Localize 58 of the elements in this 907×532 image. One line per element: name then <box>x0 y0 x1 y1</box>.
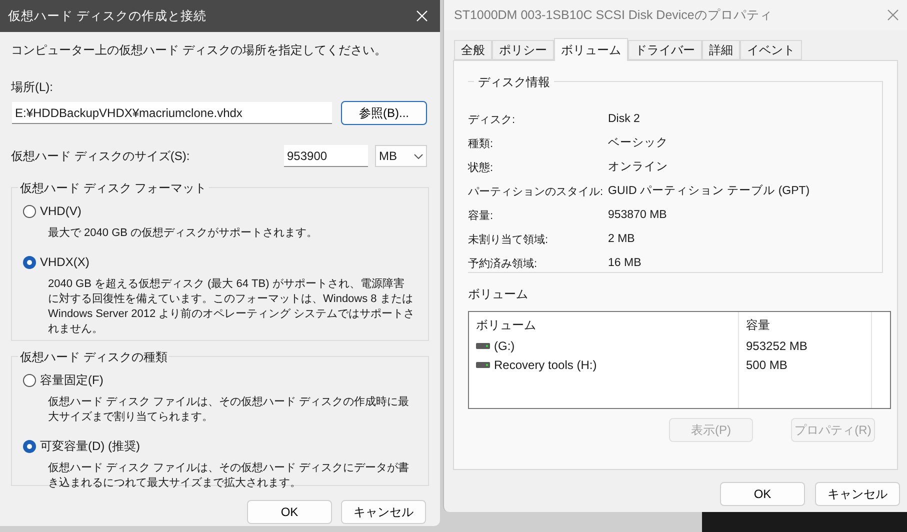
info-label: 種類: <box>468 136 494 152</box>
tab[interactable]: 全般 <box>454 40 492 60</box>
radio-label: 可変容量(D) (推奨) <box>40 438 140 455</box>
info-value: 953870 MB <box>608 208 667 224</box>
info-value: 16 MB <box>608 256 642 272</box>
chevron-icon <box>414 154 423 158</box>
info-label: 未割り当て領域: <box>468 232 550 248</box>
info-value: ベーシック <box>608 136 668 152</box>
drive-icon <box>476 362 490 368</box>
tab[interactable]: イベント <box>740 40 802 60</box>
radio-label: VHDX(X) <box>40 254 90 271</box>
radio-button[interactable] <box>23 204 36 218</box>
radio-label: VHD(V) <box>40 203 82 220</box>
volume-capacity: 953252 MB <box>746 338 808 354</box>
column-header: 容量 <box>746 317 771 334</box>
option-description: 仮想ハード ディスク ファイルは、その仮想ハード ディスクの作成時に最大サイズまで割り当てられます。 <box>48 395 410 425</box>
radio-button[interactable] <box>23 374 36 386</box>
group-title: 仮想ハード ディスクの種類 <box>18 348 170 366</box>
size-field[interactable]: 953900 <box>284 145 368 167</box>
radio-label: 容量固定(F) <box>40 372 104 389</box>
tab[interactable]: 詳細 <box>702 40 740 60</box>
info-label: 容量: <box>468 208 494 224</box>
info-value: Disk 2 <box>608 112 640 128</box>
field-label: 場所(L): <box>11 79 54 96</box>
location-field[interactable]: E:¥HDDBackupVHDX¥macriumclone.vhdx <box>12 102 332 124</box>
window-title: ST1000DM 003-1SB10C SCSI Disk Deviceのプロパティ <box>454 6 772 24</box>
info-value: 2 MB <box>608 232 635 248</box>
dialog-button[interactable]: OK <box>247 500 332 524</box>
volume-capacity: 500 MB <box>746 356 788 374</box>
info-value: GUID パーティション テーブル (GPT) <box>608 184 810 200</box>
dialog-button[interactable]: キャンセル <box>341 500 426 524</box>
column-header: ボリューム <box>476 317 537 334</box>
info-label: 予約済み領域: <box>468 256 538 272</box>
info-label: パーティションのスタイル: <box>468 184 604 200</box>
radio-button[interactable] <box>23 440 36 452</box>
info-label: ディスク: <box>468 112 516 128</box>
option-description: 2040 GB を超える仮想ディスク (最大 64 TB) がサポートされ、電源障害に対する回復性を備えています。このフォーマットは、Windows 8 または Windows Server 2012 より前のオペレーティング システムではサポートされません。 <box>48 277 415 337</box>
volume-name[interactable]: Recovery tools (H:) <box>494 356 597 374</box>
unit-dropdown[interactable]: MB <box>375 145 427 167</box>
dialog-button[interactable]: キャンセル <box>815 482 900 506</box>
volume-name[interactable]: (G:) <box>494 336 515 354</box>
window-title: 仮想ハード ディスクの作成と接続 <box>8 8 206 25</box>
dialog-button[interactable]: 参照(B)... <box>341 101 427 125</box>
info-value: オンライン <box>608 160 668 176</box>
field-label: 仮想ハード ディスクのサイズ(S): <box>11 148 191 165</box>
info-label: 状態: <box>468 160 494 176</box>
radio-button[interactable] <box>23 256 36 268</box>
option-description: 最大で 2040 GB の仮想ディスクがサポートされます。 <box>48 226 319 241</box>
group-title: 仮想ハード ディスク フォーマット <box>18 179 209 197</box>
drive-icon <box>476 342 490 348</box>
tab[interactable]: ポリシー <box>492 40 554 60</box>
dialog-button[interactable]: OK <box>720 482 805 506</box>
option-description: 仮想ハード ディスク ファイルは、その仮想ハード ディスクにデータが書き込まれるにつれて最大サイズまで拡大されます。 <box>48 461 410 491</box>
section-title: ボリューム <box>468 286 529 303</box>
tab[interactable]: ボリューム <box>554 38 628 61</box>
group-title: ディスク情報 <box>474 73 554 91</box>
instruction-text: コンピューター上の仮想ハード ディスクの場所を指定してください。 <box>11 42 388 59</box>
tab[interactable]: ドライバー <box>628 40 702 60</box>
